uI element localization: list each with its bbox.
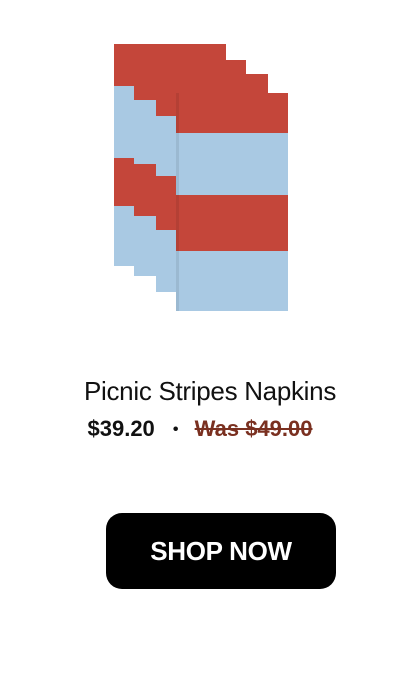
shop-now-button[interactable]: SHOP NOW xyxy=(106,513,336,589)
product-title[interactable]: Picnic Stripes Napkins xyxy=(0,376,400,407)
price-separator: • xyxy=(172,421,179,438)
was-price: Was $49.00 xyxy=(194,416,313,441)
price-row: $39.20 • Was $49.00 xyxy=(0,416,400,442)
napkin-front xyxy=(176,93,288,311)
current-price: $39.20 xyxy=(87,416,155,441)
striped-napkins-image xyxy=(114,44,288,311)
